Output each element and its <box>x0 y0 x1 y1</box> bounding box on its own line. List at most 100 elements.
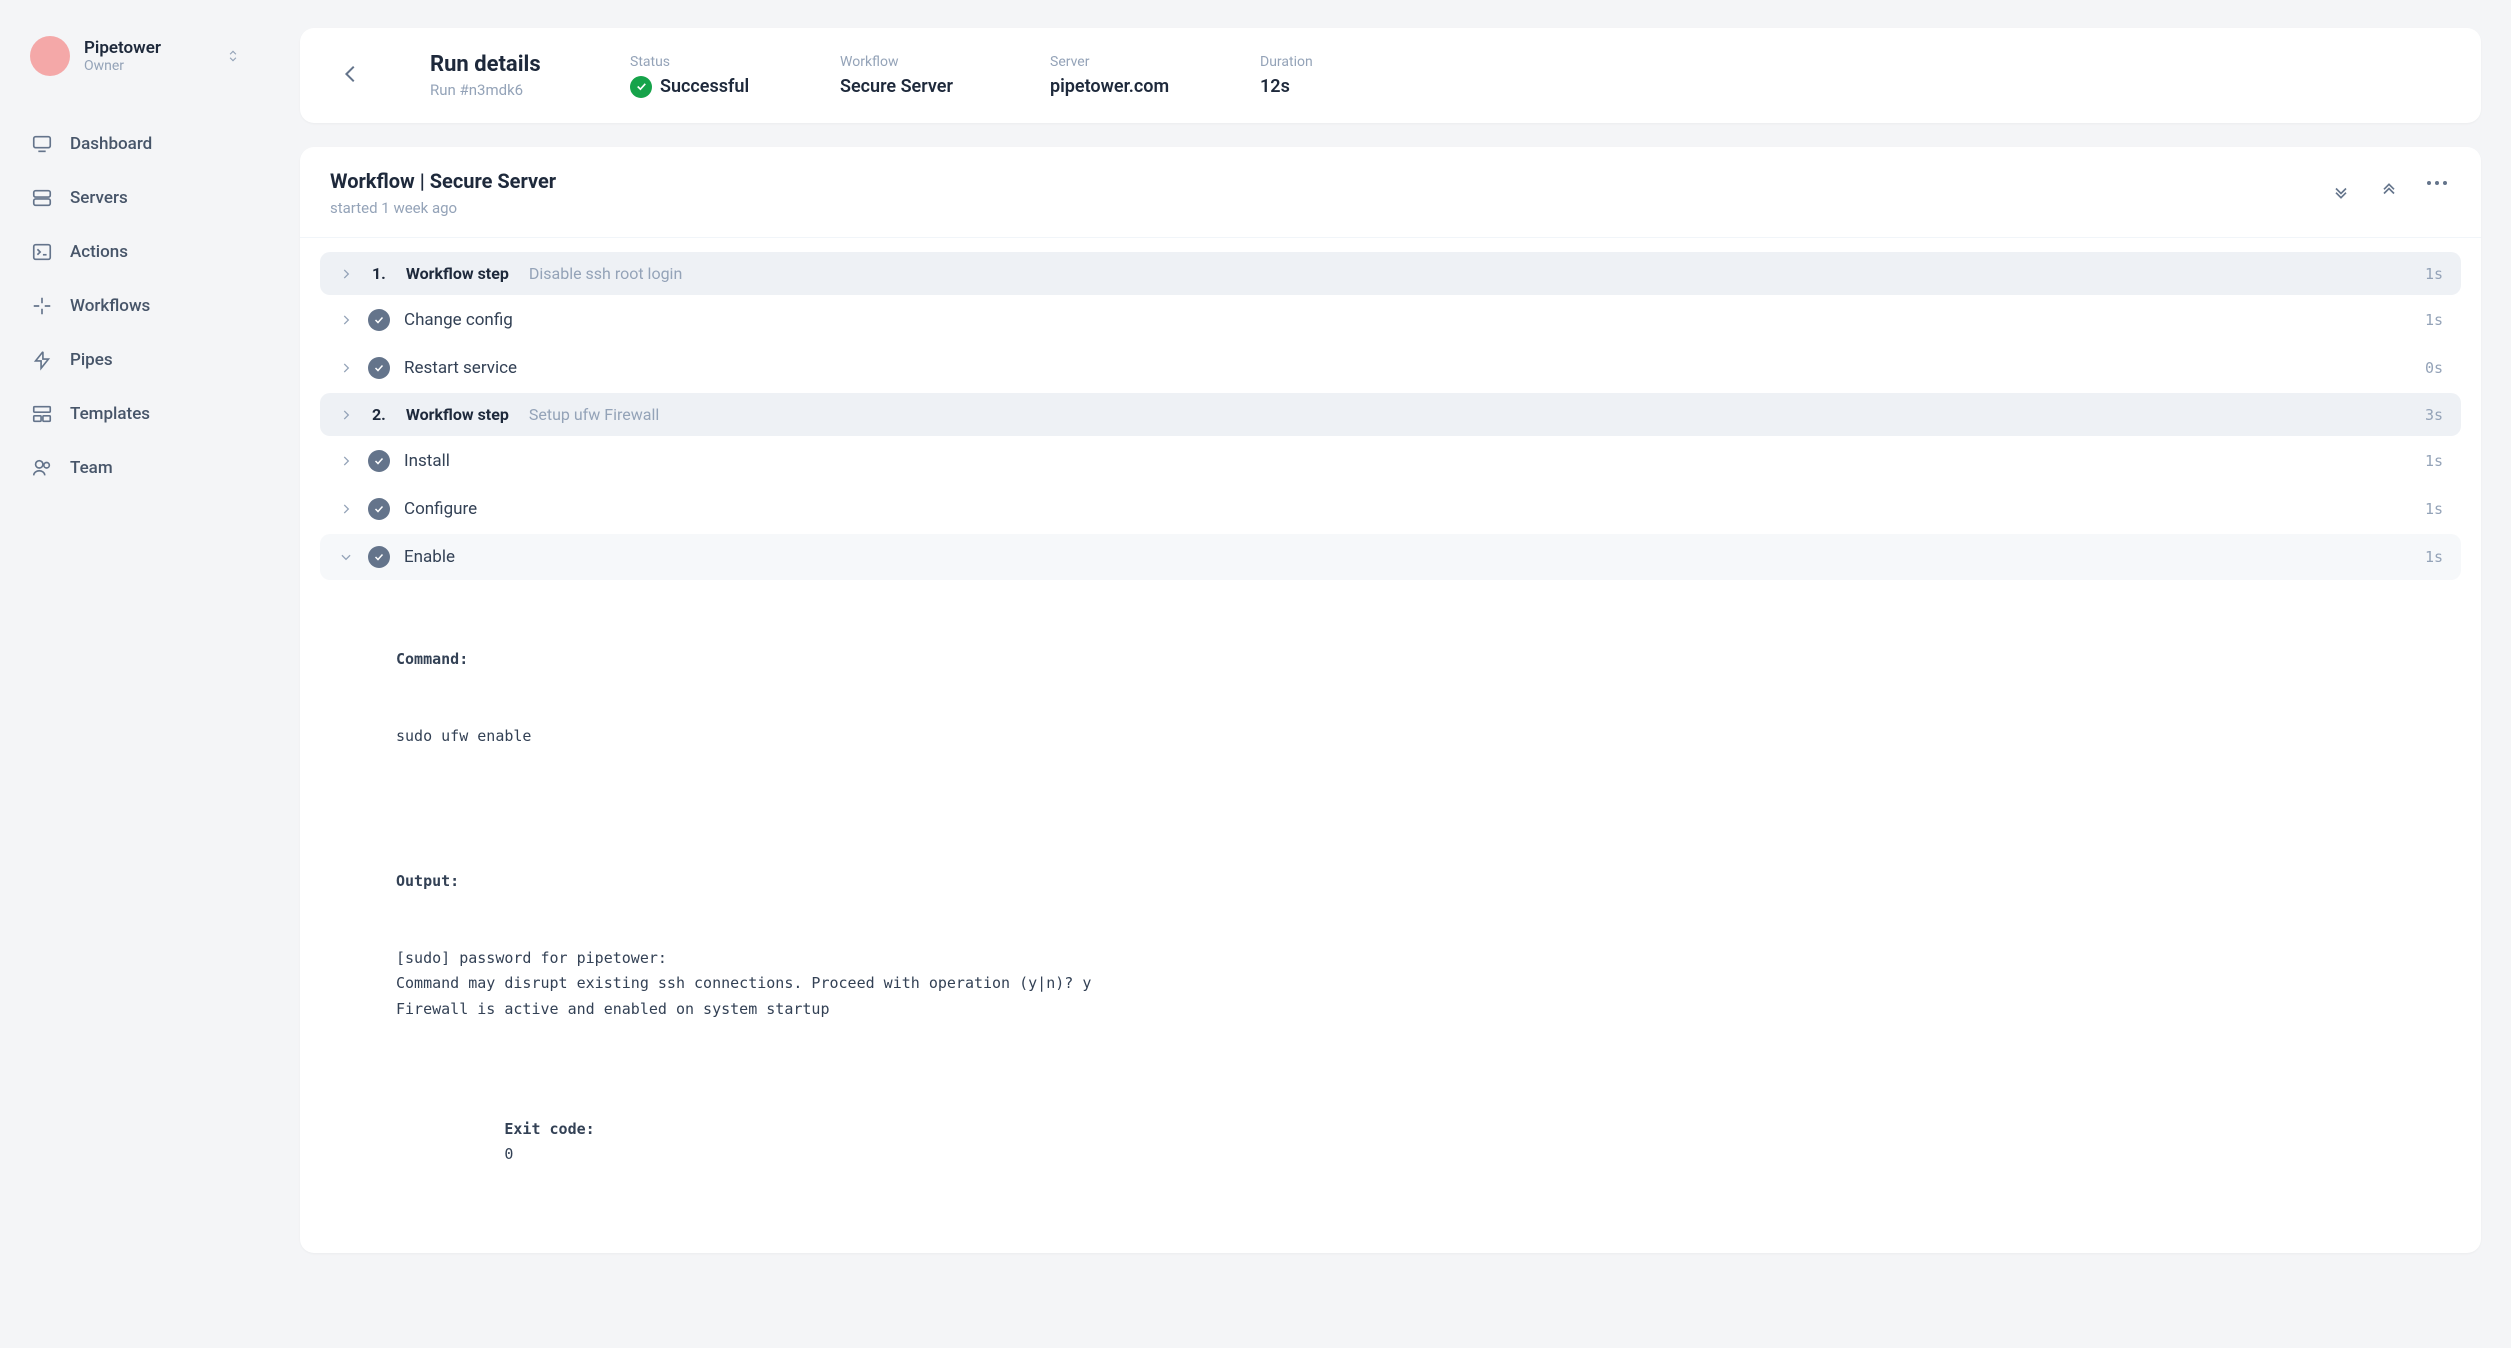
workflow-title: Workflow | Secure Server <box>330 169 556 193</box>
step-name: Enable <box>404 547 455 567</box>
nav-pipes[interactable]: Pipes <box>20 336 250 384</box>
chevron-down-icon <box>338 549 354 565</box>
org-avatar <box>30 36 70 76</box>
meta-server: Server pipetower.com <box>1050 54 1220 97</box>
steps-list: 1. Workflow step Disable ssh root login … <box>300 238 2481 1253</box>
nav-team[interactable]: Team <box>20 444 250 492</box>
step-prefix: Workflow step <box>406 405 509 424</box>
check-icon <box>368 309 390 331</box>
step-duration: 1s <box>2425 548 2443 566</box>
nav-actions[interactable]: Actions <box>20 228 250 276</box>
check-icon <box>368 357 390 379</box>
step-duration: 1s <box>2425 265 2443 283</box>
nav-label: Actions <box>70 242 128 262</box>
back-button[interactable] <box>332 55 370 97</box>
step-configure[interactable]: Configure 1s <box>320 486 2461 532</box>
workflow-started: started 1 week ago <box>330 199 556 217</box>
duration-value: 12s <box>1260 76 1430 97</box>
step-restart-service[interactable]: Restart service 0s <box>320 345 2461 391</box>
meta-duration: Duration 12s <box>1260 54 1430 97</box>
meta-label: Workflow <box>840 54 1010 70</box>
check-icon <box>368 498 390 520</box>
server-icon <box>30 186 54 210</box>
nav-servers[interactable]: Servers <box>20 174 250 222</box>
step-name: Restart service <box>404 358 517 378</box>
meta-workflow: Workflow Secure Server <box>840 54 1010 97</box>
step-change-config[interactable]: Change config 1s <box>320 297 2461 343</box>
layout-icon <box>30 402 54 426</box>
nav-label: Templates <box>70 404 150 424</box>
nav-dashboard[interactable]: Dashboard <box>20 120 250 168</box>
chevron-right-icon <box>338 266 354 282</box>
command-text: sudo ufw enable <box>396 724 2443 750</box>
chevron-right-icon <box>338 407 354 423</box>
workflow-step-2-header[interactable]: 2. Workflow step Setup ufw Firewall 3s <box>320 393 2461 436</box>
workflow-value: Secure Server <box>840 76 1010 97</box>
run-header-card: Run details Run #n3mdk6 Status Successfu… <box>300 28 2481 123</box>
step-duration: 1s <box>2425 500 2443 518</box>
nav-label: Workflows <box>70 296 150 316</box>
meta-label: Server <box>1050 54 1220 70</box>
exit-label: Exit code: <box>504 1120 594 1138</box>
main-nav: Dashboard Servers Actions Workflows Pipe… <box>20 120 250 492</box>
step-output: Command: sudo ufw enable Output: [sudo] … <box>320 582 2461 1225</box>
page-title: Run details <box>430 52 590 77</box>
nav-label: Pipes <box>70 350 113 370</box>
collapse-all-button[interactable] <box>2375 177 2403 209</box>
nav-label: Team <box>70 458 113 478</box>
zap-icon <box>30 348 54 372</box>
step-description: Setup ufw Firewall <box>529 405 659 424</box>
workflow-actions <box>2327 177 2451 209</box>
sparkle-icon <box>30 294 54 318</box>
step-number: 2. <box>372 405 386 424</box>
output-label: Output: <box>396 869 2443 895</box>
expand-all-button[interactable] <box>2327 177 2355 209</box>
org-role: Owner <box>84 58 212 74</box>
step-prefix: Workflow step <box>406 264 509 283</box>
workflow-step-1-header[interactable]: 1. Workflow step Disable ssh root login … <box>320 252 2461 295</box>
step-duration: 1s <box>2425 311 2443 329</box>
nav-label: Servers <box>70 188 128 208</box>
chevron-right-icon <box>338 501 354 517</box>
monitor-icon <box>30 132 54 156</box>
command-label: Command: <box>396 647 2443 673</box>
nav-workflows[interactable]: Workflows <box>20 282 250 330</box>
more-button[interactable] <box>2423 177 2451 209</box>
sidebar: Pipetower Owner Dashboard Servers Action… <box>0 0 270 1348</box>
meta-label: Duration <box>1260 54 1430 70</box>
step-enable[interactable]: Enable 1s <box>320 534 2461 580</box>
output-text: [sudo] password for pipetower: Command m… <box>396 946 2443 1023</box>
chevron-right-icon <box>338 453 354 469</box>
chevron-right-icon <box>338 360 354 376</box>
chevron-updown-icon <box>226 49 240 63</box>
step-duration: 3s <box>2425 406 2443 424</box>
step-name: Configure <box>404 499 477 519</box>
status-value: Successful <box>660 76 749 97</box>
org-info: Pipetower Owner <box>84 38 212 74</box>
step-name: Change config <box>404 310 513 330</box>
step-description: Disable ssh root login <box>529 264 682 283</box>
terminal-icon <box>30 240 54 264</box>
server-value: pipetower.com <box>1050 76 1220 97</box>
org-name: Pipetower <box>84 38 212 58</box>
exit-code: 0 <box>504 1145 513 1163</box>
step-number: 1. <box>372 264 386 283</box>
workflow-header: Workflow | Secure Server started 1 week … <box>300 147 2481 238</box>
step-name: Install <box>404 451 450 471</box>
check-icon <box>368 450 390 472</box>
meta-label: Status <box>630 54 800 70</box>
step-install[interactable]: Install 1s <box>320 438 2461 484</box>
org-switcher[interactable]: Pipetower Owner <box>20 28 250 84</box>
nav-templates[interactable]: Templates <box>20 390 250 438</box>
step-duration: 1s <box>2425 452 2443 470</box>
meta-status: Status Successful <box>630 54 800 98</box>
run-id: Run #n3mdk6 <box>430 81 590 99</box>
check-icon <box>368 546 390 568</box>
users-icon <box>30 456 54 480</box>
main-content: Run details Run #n3mdk6 Status Successfu… <box>270 0 2511 1348</box>
chevron-right-icon <box>338 312 354 328</box>
workflow-card: Workflow | Secure Server started 1 week … <box>300 147 2481 1253</box>
nav-label: Dashboard <box>70 134 152 154</box>
success-icon <box>630 76 652 98</box>
title-block: Run details Run #n3mdk6 <box>430 52 590 99</box>
